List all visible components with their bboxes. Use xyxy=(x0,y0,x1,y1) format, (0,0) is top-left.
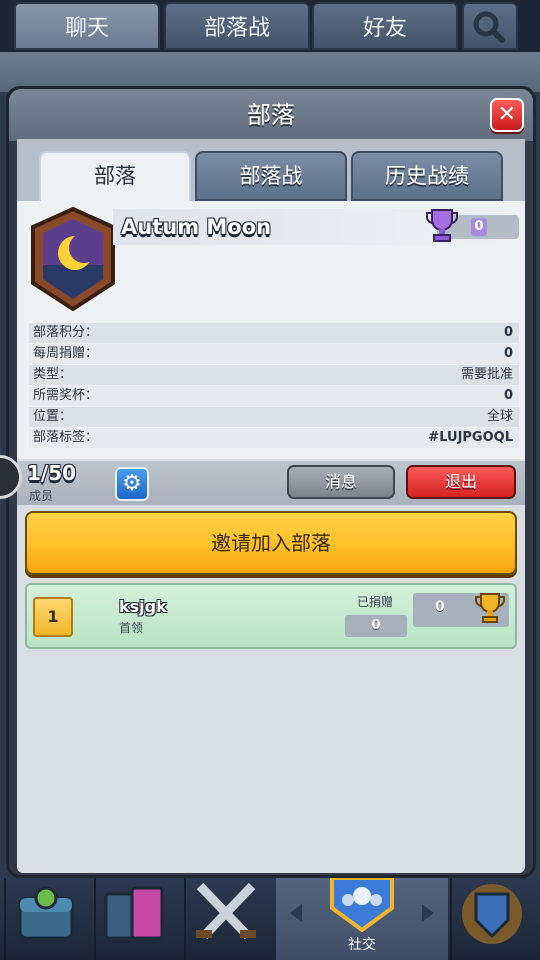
crossed-swords-icon xyxy=(196,882,256,940)
tab-chat[interactable]: 聊天 xyxy=(14,2,160,50)
member-role: 首领 xyxy=(119,621,144,635)
stat-row: 所需奖杯： 0 xyxy=(29,386,519,406)
stat-row: 类型： 需要批准 xyxy=(29,365,519,385)
member-name: ksjgk xyxy=(119,597,167,616)
search-icon xyxy=(473,11,505,43)
message-button[interactable]: 消息 xyxy=(287,465,395,499)
close-button[interactable]: ✕ xyxy=(490,98,524,132)
stat-row: 每周捐赠： 0 xyxy=(29,344,519,364)
member-count-label: 成员 xyxy=(29,489,54,503)
cards-icon xyxy=(104,886,164,940)
stat-value: 需要批准 xyxy=(460,367,513,382)
stat-value: 0 xyxy=(503,388,513,403)
gear-icon: ⚙ xyxy=(122,471,142,496)
nav-social[interactable]: 社交 xyxy=(276,872,448,960)
nav-social-label: 社交 xyxy=(348,937,376,953)
stat-row: 部落标签： #LUJPGOQL xyxy=(29,428,519,448)
donated-label: 已捐赠 xyxy=(357,595,394,609)
stat-label: 位置： xyxy=(33,409,73,424)
nav-cards[interactable] xyxy=(94,878,182,960)
stat-value: 全球 xyxy=(486,409,513,424)
stat-label: 部落积分： xyxy=(33,325,99,340)
stat-label: 所需奖杯： xyxy=(33,388,99,403)
stat-label: 部落标签： xyxy=(33,430,99,445)
member-row[interactable]: 1 ksjgk 首领 已捐赠 0 0 xyxy=(25,583,517,649)
clan-trophy-value: 0 xyxy=(471,218,487,236)
gold-trophy-icon xyxy=(475,593,505,623)
stat-value: 0 xyxy=(503,346,513,361)
tab-clan-war[interactable]: 部落战 xyxy=(195,151,347,201)
member-rank: 1 xyxy=(33,597,73,637)
tab-friends[interactable]: 好友 xyxy=(312,2,458,50)
clan-badge-icon xyxy=(31,207,115,311)
social-shield-icon xyxy=(330,876,394,932)
donated-value: 0 xyxy=(345,615,407,637)
chest-icon xyxy=(18,886,74,940)
close-icon: ✕ xyxy=(497,102,517,127)
invite-button[interactable]: 邀请加入部落 xyxy=(25,511,517,575)
member-trophy-value: 0 xyxy=(435,599,445,615)
modal-title: 部落 xyxy=(247,101,295,129)
member-count: 1/50 xyxy=(27,461,77,485)
stat-row: 部落积分： 0 xyxy=(29,323,519,343)
chevron-left-icon xyxy=(290,904,302,922)
clan-tabbar: 部落 部落战 历史战绩 xyxy=(17,139,525,203)
nav-tournament[interactable] xyxy=(450,878,538,960)
tab-war-history[interactable]: 历史战绩 xyxy=(351,151,503,201)
tab-clan[interactable]: 部落 xyxy=(39,151,191,203)
stat-label: 类型： xyxy=(33,367,73,382)
clan-settings-button[interactable]: ⚙ xyxy=(115,467,149,501)
leave-button[interactable]: 退出 xyxy=(406,465,516,499)
clan-modal: 部落 ✕ 部落 部落战 历史战绩 Autum Moon 0 部落积分： 0 每周… xyxy=(6,86,536,878)
chevron-right-icon xyxy=(422,904,434,922)
tab-clan-war[interactable]: 部落战 xyxy=(164,2,310,50)
nav-battle[interactable] xyxy=(184,878,272,960)
search-button[interactable] xyxy=(462,2,518,50)
stat-value: 0 xyxy=(503,325,513,340)
stat-value: #LUJPGOQL xyxy=(428,430,513,445)
background-top-tabs: 聊天 部落战 好友 xyxy=(0,0,540,52)
trophy-icon xyxy=(426,209,458,242)
stat-label: 每周捐赠： xyxy=(33,346,99,361)
laurel-shield-icon xyxy=(462,884,522,944)
nav-shop[interactable] xyxy=(4,878,92,960)
clan-panel: 部落 部落战 历史战绩 Autum Moon 0 部落积分： 0 每周捐赠： 0… xyxy=(17,139,525,873)
stat-row: 位置： 全球 xyxy=(29,407,519,427)
